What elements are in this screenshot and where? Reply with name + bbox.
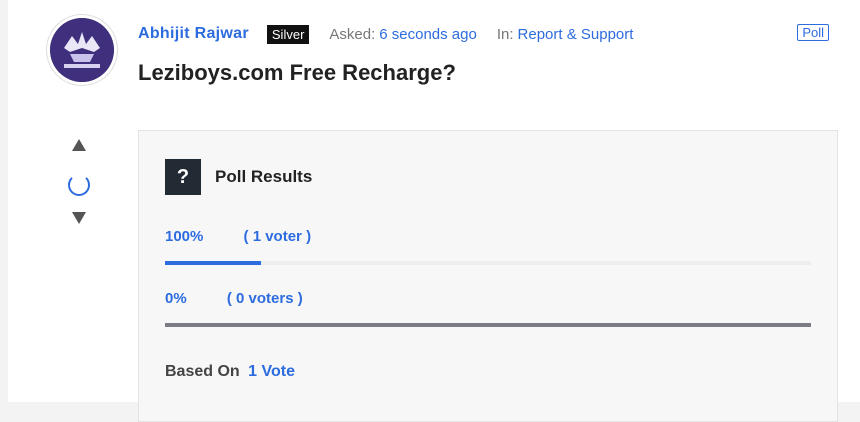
poll-total-count: 1 Vote — [248, 363, 295, 380]
poll-heading: Poll Results — [215, 167, 313, 186]
asked-time-link[interactable]: 6 seconds ago — [379, 26, 477, 43]
upvote-icon[interactable] — [72, 139, 86, 151]
loading-spinner-icon — [68, 174, 90, 196]
poll-option-percent: 100% — [165, 228, 204, 245]
poll-option-bar — [165, 261, 811, 265]
asked-label: Asked: — [329, 25, 376, 43]
poll-total: Based On 1 Vote — [165, 363, 295, 381]
question-card: Abhijit Rajwar Silver Asked: 6 seconds a… — [8, 0, 860, 422]
question-title[interactable]: Leziboys.com Free Recharge? — [138, 60, 456, 86]
poll-option: 0% ( 0 voters ) — [165, 290, 303, 307]
avatar[interactable] — [50, 18, 114, 82]
poll-option-voters: ( 0 voters ) — [226, 290, 303, 307]
poll-option-percent: 0% — [165, 290, 187, 307]
poll-tag[interactable]: Poll — [797, 24, 829, 41]
poll-option: 100% ( 1 voter ) — [165, 228, 311, 245]
question-icon: ? — [165, 159, 201, 195]
post-meta: Abhijit Rajwar Silver Asked: 6 seconds a… — [138, 23, 633, 45]
poll-header: ? Poll Results — [165, 159, 312, 195]
rank-badge: Silver — [266, 24, 310, 44]
poll-option-voters: ( 1 voter ) — [243, 228, 312, 245]
category-label: In: — [496, 25, 514, 43]
author-link[interactable]: Abhijit Rajwar — [138, 25, 249, 43]
downvote-icon[interactable] — [72, 212, 86, 224]
poll-results-panel: ? Poll Results 100% ( 1 voter ) 0% ( 0 v… — [138, 130, 838, 422]
category-link[interactable]: Report & Support — [518, 26, 634, 43]
poll-total-label: Based On — [165, 363, 240, 380]
poll-option-bar — [165, 323, 811, 327]
poll-option-bar-fill — [165, 261, 262, 265]
